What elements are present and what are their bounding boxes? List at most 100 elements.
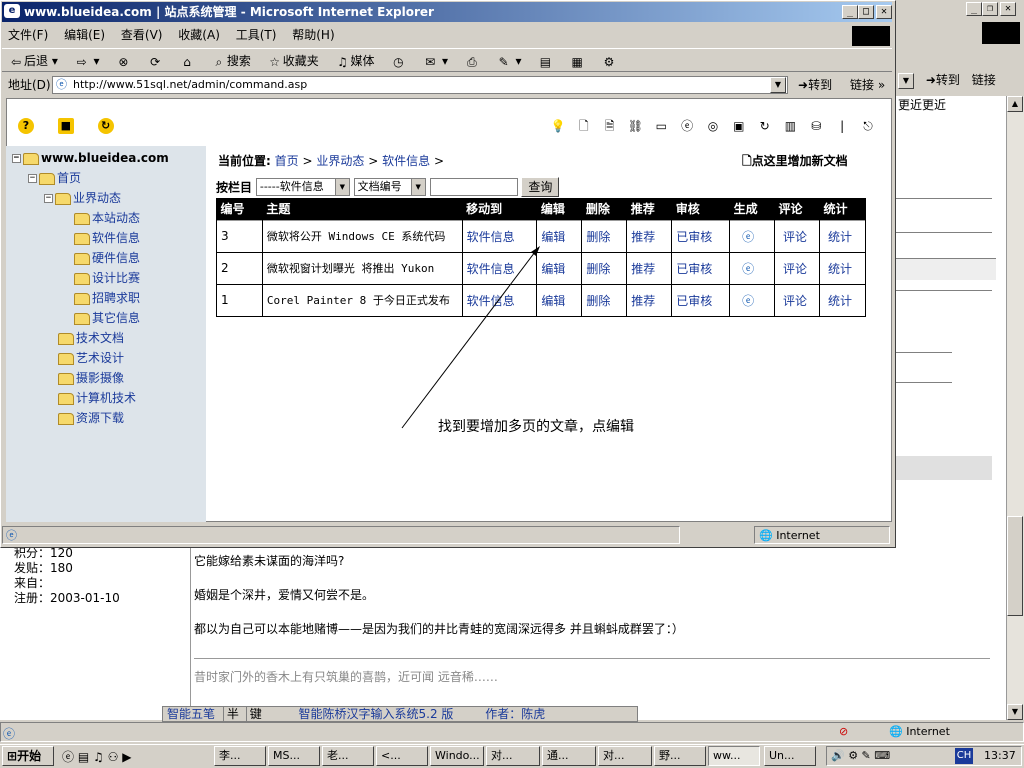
ime-mode[interactable]: 智能五笔 <box>163 707 219 721</box>
stats-link[interactable]: 统计 <box>818 251 867 285</box>
address-input[interactable]: http://www.51sql.net/admin/command.asp <box>52 76 788 94</box>
recommend-link[interactable]: 推荐 <box>626 251 673 285</box>
generate-cell[interactable]: ⓔ <box>729 251 776 285</box>
tree-item-hardware[interactable]: 硬件信息 <box>74 250 140 266</box>
language-indicator[interactable]: CH <box>955 748 973 764</box>
go-button[interactable]: ➜转到 <box>798 74 832 96</box>
ie-page-icon[interactable]: ⓔ <box>679 118 695 134</box>
search-button[interactable]: ⌕ 搜索 <box>205 49 257 73</box>
collapse-icon[interactable]: − <box>12 154 21 163</box>
start-button[interactable]: ⊞开始 <box>2 746 54 766</box>
maximize-button[interactable]: □ <box>858 5 874 19</box>
comment-link[interactable]: 评论 <box>774 219 820 253</box>
card-icon[interactable]: ▭ <box>653 118 669 134</box>
task-button[interactable]: 老... <box>322 746 374 766</box>
exit-icon[interactable]: ⎋ <box>860 118 876 134</box>
document-settings-icon[interactable]: 🗎 <box>602 118 618 134</box>
restore-button[interactable]: ❐ <box>982 2 998 16</box>
move-link[interactable]: 软件信息 <box>461 283 538 317</box>
tree-item-site-news[interactable]: 本站动态 <box>74 210 140 226</box>
tree-item-industry[interactable]: − 业界动态 <box>44 190 121 206</box>
globe-icon[interactable]: ◎ <box>705 118 721 134</box>
delete-link[interactable]: 删除 <box>581 219 628 253</box>
task-button[interactable]: Windo... <box>430 746 484 766</box>
task-button[interactable]: 野... <box>654 746 706 766</box>
tree-item-downloads[interactable]: 资源下载 <box>58 410 124 426</box>
delete-link[interactable]: 删除 <box>581 251 628 285</box>
comment-link[interactable]: 评论 <box>774 283 820 317</box>
menu-tools[interactable]: 工具(T) <box>230 24 283 46</box>
task-button[interactable]: MS... <box>268 746 320 766</box>
menu-edit[interactable]: 编辑(E) <box>58 24 111 46</box>
tree-item-art-design[interactable]: 艺术设计 <box>58 350 124 366</box>
stats-link[interactable]: 统计 <box>818 283 867 317</box>
collapse-icon[interactable]: − <box>28 174 37 183</box>
close-button[interactable]: ✕ <box>876 5 892 19</box>
address-dropdown-icon[interactable]: ▼ <box>770 77 786 93</box>
new-document-icon[interactable]: 🗋 <box>576 118 592 134</box>
favorites-button[interactable]: ☆ 收藏夹 <box>261 49 325 73</box>
tree-item-tech-docs[interactable]: 技术文档 <box>58 330 124 346</box>
move-link[interactable]: 软件信息 <box>461 219 538 253</box>
ime-key[interactable]: 键 <box>245 707 265 721</box>
generate-page-icon[interactable]: ⓔ <box>742 262 754 276</box>
field-select[interactable]: 文档编号 ▼ <box>353 178 426 196</box>
refresh-icon[interactable]: ↻ <box>97 118 114 134</box>
go-button[interactable]: ➜转到 <box>926 73 960 87</box>
tree-item-software[interactable]: 软件信息 <box>74 230 140 246</box>
back-button[interactable]: ⇦ 后退 ▾ <box>2 49 64 73</box>
discuss-button[interactable]: ▤ <box>531 49 559 73</box>
background-scrollbar[interactable]: ▲ ▼ <box>1006 96 1024 720</box>
tray-icons[interactable]: 🔊 ⚙ ✎ ⌨ <box>827 749 890 762</box>
tree-item-other[interactable]: 其它信息 <box>74 310 140 326</box>
tree-item-jobs[interactable]: 招聘求职 <box>74 290 140 306</box>
tree-item-computer-tech[interactable]: 计算机技术 <box>58 390 136 406</box>
player-icon[interactable]: ▶ <box>122 750 131 764</box>
close-button[interactable]: ✕ <box>1000 2 1016 16</box>
collapse-icon[interactable]: − <box>44 194 53 203</box>
stop-square-icon[interactable]: ■ <box>57 118 74 134</box>
edit-page-button[interactable]: ✎ ▾ <box>490 49 528 73</box>
task-button[interactable]: 李... <box>214 746 266 766</box>
menu-view[interactable]: 查看(V) <box>115 24 169 46</box>
search-button[interactable]: 查询 <box>521 177 560 197</box>
ie-icon[interactable]: ⓔ <box>62 750 74 764</box>
menu-file[interactable]: 文件(F) <box>2 24 54 46</box>
desktop-icon[interactable]: ▤ <box>78 750 89 764</box>
generate-cell[interactable]: ⓔ <box>729 283 776 317</box>
tree-item-photography[interactable]: 摄影摄像 <box>58 370 124 386</box>
audit-link[interactable]: 已审核 <box>671 219 731 253</box>
bulb-icon[interactable]: 💡 <box>550 118 566 134</box>
menu-help[interactable]: 帮助(H) <box>286 24 340 46</box>
category-select[interactable]: -----软件信息 ▼ <box>255 178 350 196</box>
scroll-down-icon[interactable]: ▼ <box>1007 704 1023 720</box>
generate-cell[interactable]: ⓔ <box>729 219 776 253</box>
forward-button[interactable]: ⇨ ▾ <box>68 49 106 73</box>
ime-status-bar[interactable]: 智能五笔 半 键 智能陈桥汉字输入系统5.2 版 作者：陈虎 <box>162 706 638 722</box>
breadcrumb-home[interactable]: 首页 <box>275 154 299 168</box>
task-button[interactable]: 对... <box>598 746 652 766</box>
search-input[interactable] <box>429 178 518 196</box>
edit-link[interactable]: 编辑 <box>536 219 583 253</box>
edit-link[interactable]: 编辑 <box>536 251 583 285</box>
task-button-active[interactable]: ww... <box>708 746 760 766</box>
audit-link[interactable]: 已审核 <box>671 283 731 317</box>
task-button[interactable]: 通... <box>542 746 596 766</box>
mail-button[interactable]: ✉ ▾ <box>416 49 454 73</box>
media-button[interactable]: ♫ 媒体 <box>329 49 381 73</box>
scroll-thumb[interactable] <box>1007 516 1023 616</box>
task-button[interactable]: 对... <box>486 746 540 766</box>
recommend-link[interactable]: 推荐 <box>626 283 673 317</box>
audit-link[interactable]: 已审核 <box>671 251 731 285</box>
address-dropdown-icon[interactable]: ▼ <box>898 72 914 89</box>
stop-button[interactable]: ⊗ <box>109 49 137 73</box>
task-button[interactable]: Un... <box>764 746 816 766</box>
scroll-up-icon[interactable]: ▲ <box>1007 96 1023 112</box>
messenger-button[interactable]: ▦ <box>563 49 591 73</box>
recommend-link[interactable]: 推荐 <box>626 219 673 253</box>
stats-link[interactable]: 统计 <box>818 219 867 253</box>
tree-item-home[interactable]: − 首页 <box>28 170 81 186</box>
minimize-button[interactable]: _ <box>966 2 982 16</box>
edit-link[interactable]: 编辑 <box>536 283 583 317</box>
home-button[interactable]: ⌂ <box>173 49 201 73</box>
